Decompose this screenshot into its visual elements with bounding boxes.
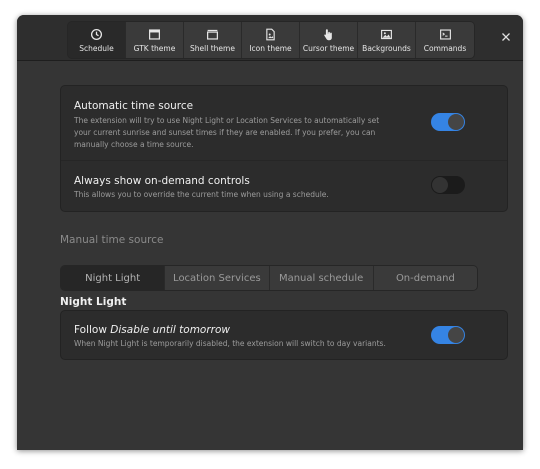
view-switcher: Schedule GTK theme Shell theme Icon them… (67, 21, 475, 59)
follow-disable-row[interactable]: Follow Disable until tomorrow When Night… (61, 311, 507, 359)
tab-icon-theme[interactable]: Icon theme (242, 22, 300, 58)
switch-knob (432, 177, 448, 193)
switch-knob (448, 114, 464, 130)
preferences-window: Schedule GTK theme Shell theme Icon them… (17, 15, 523, 450)
tab-shell-theme[interactable]: Shell theme (184, 22, 242, 58)
tab-label: Commands (423, 43, 467, 53)
automatic-time-source-switch[interactable] (431, 113, 465, 131)
manual-time-source-selector: Night Light Location Services Manual sch… (60, 265, 478, 291)
automatic-time-source-row[interactable]: Automatic time source The extension will… (61, 86, 507, 160)
terminal-icon (439, 28, 451, 40)
file-image-icon (266, 28, 275, 40)
switch-knob (448, 327, 464, 343)
settings-card: Automatic time source The extension will… (60, 85, 508, 212)
night-light-card: Follow Disable until tomorrow When Night… (60, 310, 508, 360)
row-description: When Night Light is temporarily disabled… (74, 339, 386, 348)
option-night-light[interactable]: Night Light (61, 266, 166, 290)
follow-disable-switch[interactable] (431, 326, 465, 344)
row-description: This allows you to override the current … (74, 190, 329, 199)
header-bar: Schedule GTK theme Shell theme Icon them… (17, 15, 523, 61)
picture-icon (381, 29, 392, 39)
pointer-hand-icon (324, 28, 332, 40)
option-location-services[interactable]: Location Services (165, 266, 270, 290)
tab-label: Cursor theme (302, 43, 355, 53)
on-demand-controls-switch[interactable] (431, 176, 465, 194)
row-title-prefix: Follow (74, 324, 111, 336)
row-title-emphasis: Disable until tomorrow (110, 324, 231, 336)
row-description: The extension will try to use Night Ligh… (74, 116, 380, 149)
tab-label: Backgrounds (362, 43, 411, 53)
clock-icon (90, 28, 103, 40)
option-manual-schedule[interactable]: Manual schedule (269, 266, 374, 290)
tab-gtk-theme[interactable]: GTK theme (126, 22, 184, 58)
window-icon (149, 28, 160, 40)
row-title: Follow Disable until tomorrow (74, 324, 230, 336)
on-demand-controls-row[interactable]: Always show on-demand controls This allo… (61, 161, 507, 211)
tab-backgrounds[interactable]: Backgrounds (358, 22, 416, 58)
tab-schedule[interactable]: Schedule (68, 22, 126, 58)
tab-label: Icon theme (249, 43, 292, 53)
tab-commands[interactable]: Commands (416, 22, 474, 58)
row-title: Automatic time source (74, 100, 194, 112)
row-title: Always show on-demand controls (74, 175, 250, 187)
tab-cursor-theme[interactable]: Cursor theme (300, 22, 358, 58)
tab-label: Shell theme (190, 43, 235, 53)
option-on-demand[interactable]: On-demand (373, 266, 477, 290)
manual-time-source-heading: Manual time source (60, 234, 164, 246)
close-icon[interactable] (499, 30, 513, 44)
night-light-heading: Night Light (60, 296, 127, 308)
tab-label: Schedule (79, 43, 114, 53)
shell-window-icon (207, 29, 218, 40)
tab-label: GTK theme (133, 43, 176, 53)
